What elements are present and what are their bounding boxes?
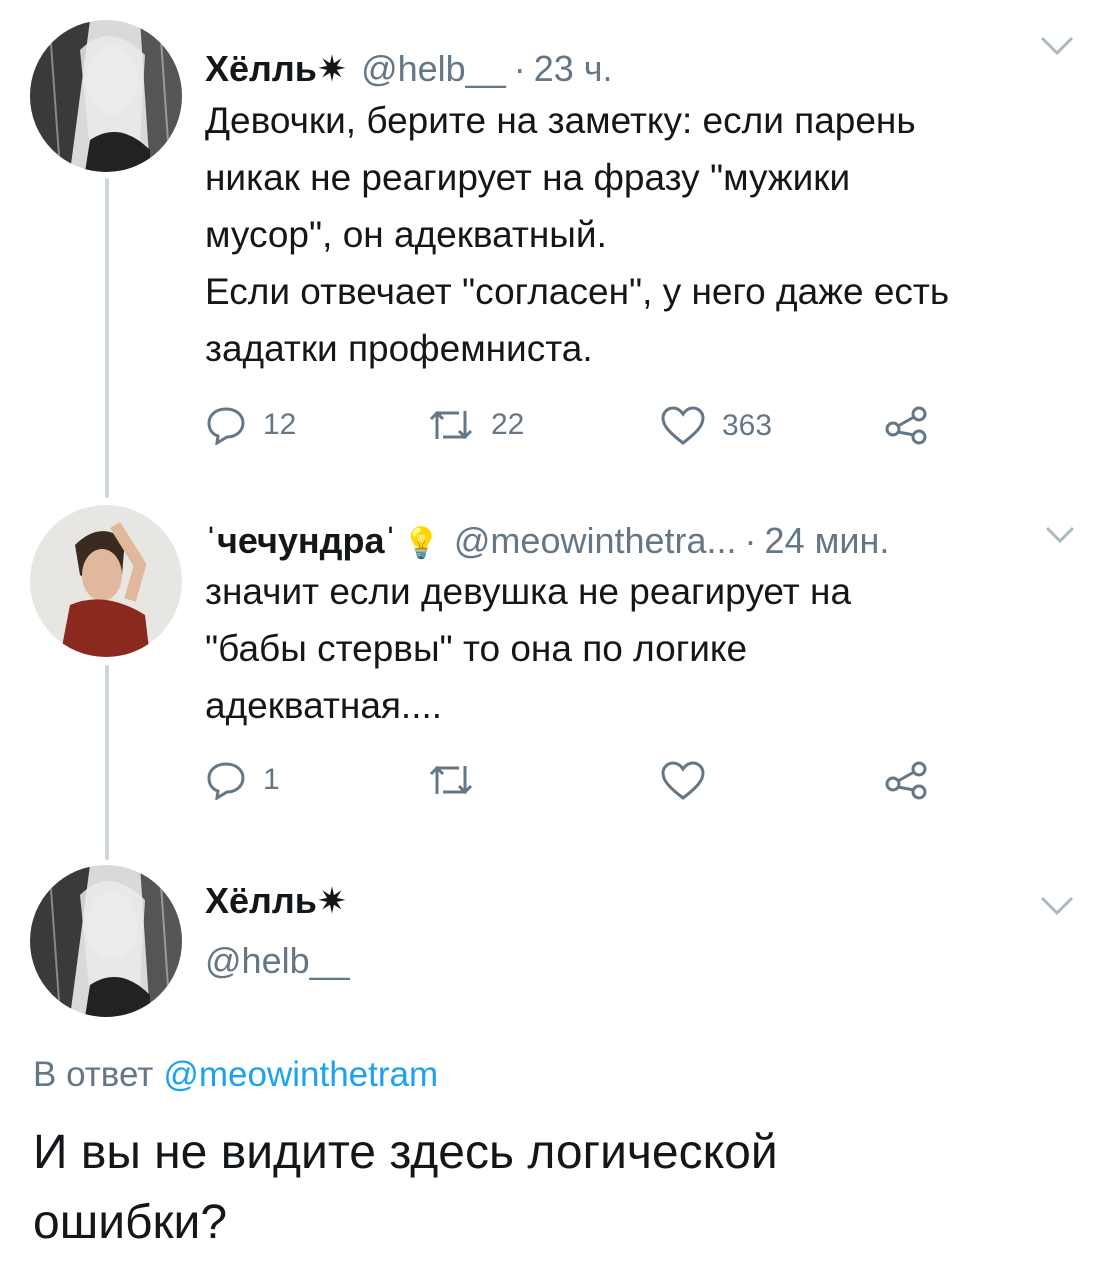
share-icon xyxy=(885,761,927,800)
reply-to-line: В ответ @meowinthetram xyxy=(33,1055,438,1095)
reply-prefix: В ответ xyxy=(33,1055,154,1094)
thread-line xyxy=(105,665,109,860)
thread-line xyxy=(105,178,109,498)
avatar-meowinthetram[interactable] xyxy=(30,505,182,657)
avatar-helb[interactable] xyxy=(30,20,182,172)
retweet-icon xyxy=(429,765,473,795)
author-name[interactable]: Хёлль✷ xyxy=(205,880,350,922)
retweet-count: 22 xyxy=(491,408,525,441)
author-name[interactable]: Хёлль✷ xyxy=(205,48,347,90)
chevron-down-icon[interactable] xyxy=(1040,895,1074,922)
tweet-time[interactable]: 23 ч. xyxy=(534,48,613,90)
reply-button[interactable]: 1 xyxy=(205,760,280,800)
like-button[interactable]: 363 xyxy=(660,405,772,447)
main-tweet-text: И вы не видите здесь логической ошибки? xyxy=(33,1126,778,1249)
separator-dot: · xyxy=(513,48,526,89)
reply-button[interactable]: 12 xyxy=(205,405,296,445)
retweet-button[interactable]: 22 xyxy=(427,405,524,445)
tweet-text: Девочки, берите на заметку: если парень … xyxy=(205,100,950,369)
separator-dot: · xyxy=(744,520,757,561)
author-handle[interactable]: @meowinthetra... xyxy=(454,520,737,562)
tweet-time[interactable]: 24 мин. xyxy=(765,520,890,562)
retweet-button[interactable] xyxy=(427,760,491,800)
reply-icon xyxy=(207,762,245,800)
heart-icon xyxy=(661,406,705,445)
avatar-helb[interactable] xyxy=(30,865,182,1017)
tweet-actions: 1 xyxy=(205,760,1005,804)
chevron-down-icon[interactable] xyxy=(1045,525,1075,550)
share-button[interactable] xyxy=(885,405,945,445)
heart-icon xyxy=(661,761,705,800)
like-count: 363 xyxy=(722,409,773,442)
like-button[interactable] xyxy=(660,760,722,802)
author-name[interactable]: ˈчечундраˈ xyxy=(205,520,397,562)
reply-count: 12 xyxy=(263,408,297,441)
tweet-actions: 12 22 363 xyxy=(205,405,1005,449)
reply-mention-link[interactable]: @meowinthetram xyxy=(163,1055,438,1094)
retweet-icon xyxy=(429,410,473,440)
tweet-text: значит если девушка не реагирует на "баб… xyxy=(205,571,852,726)
tweet-header: Хёлль✷ @helb__ · 23 ч. xyxy=(205,48,613,90)
author-handle[interactable]: @helb__ xyxy=(205,940,350,982)
tweet-thread: Хёлль✷ @helb__ · 23 ч. Девочки, берите н… xyxy=(0,0,1111,1280)
reply-icon xyxy=(207,407,245,445)
main-author: Хёлль✷ @helb__ xyxy=(205,880,350,982)
reply-count: 1 xyxy=(263,763,280,796)
author-handle[interactable]: @helb__ xyxy=(361,48,506,90)
tweet-header: ˈчечундраˈ 💡 @meowinthetra... · 24 мин. xyxy=(205,520,889,562)
chevron-down-icon[interactable] xyxy=(1040,35,1074,62)
share-button[interactable] xyxy=(885,760,945,800)
share-icon xyxy=(885,406,927,445)
lightbulb-icon: 💡 xyxy=(402,527,440,560)
